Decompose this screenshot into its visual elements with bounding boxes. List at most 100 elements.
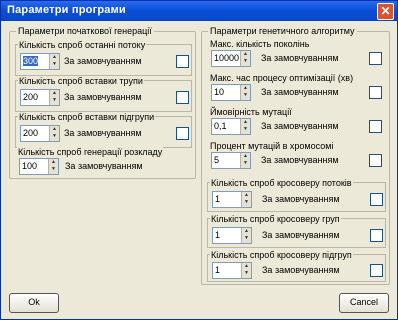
up-arrow-icon[interactable]: ▲ bbox=[242, 263, 251, 270]
default-checkbox[interactable] bbox=[369, 120, 382, 133]
field-group-crossover-attempts: Кількість спроб кросоверу груп 1 ▲ ▼ За з… bbox=[207, 214, 386, 248]
default-checkbox-label: За замовчуванням bbox=[262, 230, 340, 240]
default-checkbox-label: За замовчуванням bbox=[262, 265, 340, 275]
value-spinner[interactable]: 5 ▲ ▼ bbox=[211, 152, 251, 169]
up-arrow-icon[interactable]: ▲ bbox=[50, 54, 59, 61]
default-checkbox[interactable] bbox=[370, 193, 383, 206]
spinner-arrows[interactable]: ▲ ▼ bbox=[49, 126, 59, 141]
group-title: Параметри генетичного алгоритму bbox=[208, 26, 357, 36]
spinner-arrows[interactable]: ▲ ▼ bbox=[240, 51, 250, 66]
field-mutation-percent: Процент мутацій в хромосомі 5 ▲ ▼ За замо… bbox=[207, 141, 384, 172]
field-schedule-generation-attempts: Кількість спроб генерації розкладу 100 ▲… bbox=[15, 147, 190, 175]
window-title: Параметри програми bbox=[7, 4, 126, 16]
value-spinner[interactable]: 10 ▲ ▼ bbox=[211, 84, 251, 101]
value-text: 200 bbox=[23, 92, 39, 102]
down-arrow-icon[interactable]: ▼ bbox=[241, 92, 250, 99]
default-checkbox-label: За замовчуванням bbox=[262, 194, 340, 204]
default-checkbox[interactable] bbox=[369, 154, 382, 167]
down-arrow-icon[interactable]: ▼ bbox=[50, 61, 59, 68]
up-arrow-icon[interactable]: ▲ bbox=[50, 90, 59, 97]
field-max-optimization-time: Макс. час процесу оптимізації (хв) 10 ▲ ▼… bbox=[207, 73, 384, 104]
spinner-arrows[interactable]: ▲ ▼ bbox=[241, 192, 251, 207]
field-label: Ймовірність мутації bbox=[209, 107, 293, 117]
value-spinner[interactable]: 0,1 ▲ ▼ bbox=[211, 118, 251, 135]
value-text: 1 bbox=[215, 265, 221, 275]
default-checkbox[interactable] bbox=[370, 229, 383, 242]
down-arrow-icon[interactable]: ▼ bbox=[242, 270, 251, 277]
spinner-arrows[interactable]: ▲ ▼ bbox=[240, 85, 250, 100]
field-label: Макс. час процесу оптимізації (хв) bbox=[209, 73, 355, 83]
up-arrow-icon[interactable]: ▲ bbox=[49, 159, 58, 166]
value-spinner[interactable]: 1 ▲ ▼ bbox=[212, 262, 252, 279]
value-spinner[interactable]: 1 ▲ ▼ bbox=[212, 191, 252, 208]
up-arrow-icon[interactable]: ▲ bbox=[241, 85, 250, 92]
default-checkbox[interactable] bbox=[370, 264, 383, 277]
up-arrow-icon[interactable]: ▲ bbox=[241, 153, 250, 160]
field-subgroup-insert-attempts: Кількість спроб вставки підгрупи 200 ▲ ▼ … bbox=[15, 112, 192, 148]
field-group-insert-attempts: Кількість спроб вставки трупи 200 ▲ ▼ За … bbox=[15, 76, 192, 112]
initial-generation-group: Параметри початкової генерації Кількість… bbox=[9, 26, 196, 179]
down-arrow-icon[interactable]: ▼ bbox=[241, 58, 250, 65]
default-checkbox-label: За замовчуванням bbox=[65, 161, 143, 171]
value-text: 5 bbox=[214, 155, 220, 165]
field-stream-attempts: Кількість спроб останні потоку 300 ▲ ▼ За… bbox=[15, 40, 192, 76]
down-arrow-icon[interactable]: ▼ bbox=[49, 166, 58, 173]
up-arrow-icon[interactable]: ▲ bbox=[50, 126, 59, 133]
value-text: 200 bbox=[23, 128, 39, 138]
default-checkbox-label: За замовчуванням bbox=[261, 121, 339, 131]
spinner-arrows[interactable]: ▲ ▼ bbox=[240, 153, 250, 168]
default-checkbox-label: За замовчуванням bbox=[261, 53, 339, 63]
ok-button[interactable]: Ok bbox=[9, 293, 59, 313]
value-text: 10000 bbox=[214, 53, 240, 63]
up-arrow-icon[interactable]: ▲ bbox=[241, 119, 250, 126]
default-checkbox[interactable] bbox=[176, 127, 189, 140]
value-spinner[interactable]: 300 ▲ ▼ bbox=[20, 53, 60, 70]
spinner-arrows[interactable]: ▲ ▼ bbox=[49, 54, 59, 69]
value-text: 100 bbox=[22, 161, 38, 171]
value-spinner[interactable]: 10000 ▲ ▼ bbox=[211, 50, 251, 67]
field-stream-crossover-attempts: Кількість спроб кросоверу потоків 1 ▲ ▼ З… bbox=[207, 178, 386, 212]
spinner-arrows[interactable]: ▲ ▼ bbox=[48, 159, 58, 174]
default-checkbox[interactable] bbox=[369, 86, 382, 99]
close-icon[interactable]: ✕ bbox=[377, 3, 394, 20]
spinner-arrows[interactable]: ▲ ▼ bbox=[241, 228, 251, 243]
value-text: 1 bbox=[215, 230, 221, 240]
value-text: 0,1 bbox=[214, 121, 227, 131]
up-arrow-icon[interactable]: ▲ bbox=[241, 51, 250, 58]
value-spinner[interactable]: 200 ▲ ▼ bbox=[20, 125, 60, 142]
field-label: Кількість спроб вставки трупи bbox=[18, 76, 144, 86]
value-spinner[interactable]: 200 ▲ ▼ bbox=[20, 89, 60, 106]
default-checkbox[interactable] bbox=[176, 55, 189, 68]
field-label: Макс. кількість поколінь bbox=[209, 39, 311, 49]
field-label: Процент мутацій в хромосомі bbox=[209, 141, 335, 151]
default-checkbox[interactable] bbox=[176, 91, 189, 104]
field-label: Кількість спроб останні потоку bbox=[18, 40, 147, 50]
field-max-generations: Макс. кількість поколінь 10000 ▲ ▼ За зам… bbox=[207, 39, 384, 70]
genetic-algorithm-group: Параметри генетичного алгоритму Макс. кі… bbox=[201, 26, 390, 285]
spinner-arrows[interactable]: ▲ ▼ bbox=[49, 90, 59, 105]
field-label: Кількість спроб кросоверу підгруп bbox=[210, 250, 353, 260]
down-arrow-icon[interactable]: ▼ bbox=[241, 126, 250, 133]
down-arrow-icon[interactable]: ▼ bbox=[242, 235, 251, 242]
value-text: 300 bbox=[23, 56, 39, 66]
settings-dialog: Параметри програми ✕ Параметри початково… bbox=[0, 0, 398, 320]
down-arrow-icon[interactable]: ▼ bbox=[241, 160, 250, 167]
spinner-arrows[interactable]: ▲ ▼ bbox=[240, 119, 250, 134]
cancel-button[interactable]: Cancel bbox=[339, 293, 389, 313]
value-spinner[interactable]: 1 ▲ ▼ bbox=[212, 227, 252, 244]
up-arrow-icon[interactable]: ▲ bbox=[242, 228, 251, 235]
down-arrow-icon[interactable]: ▼ bbox=[242, 199, 251, 206]
down-arrow-icon[interactable]: ▼ bbox=[50, 133, 59, 140]
spinner-arrows[interactable]: ▲ ▼ bbox=[241, 263, 251, 278]
value-text: 1 bbox=[215, 194, 221, 204]
default-checkbox-label: За замовчуванням bbox=[64, 128, 142, 138]
field-mutation-probability: Ймовірність мутації 0,1 ▲ ▼ За замовчуван… bbox=[207, 107, 384, 138]
field-label: Кількість спроб кросоверу груп bbox=[210, 214, 341, 224]
field-label: Кількість спроб кросоверу потоків bbox=[210, 178, 353, 188]
field-label: Кількість спроб вставки підгрупи bbox=[18, 112, 156, 122]
up-arrow-icon[interactable]: ▲ bbox=[242, 192, 251, 199]
default-checkbox-label: За замовчуванням bbox=[64, 92, 142, 102]
value-spinner[interactable]: 100 ▲ ▼ bbox=[19, 158, 59, 175]
down-arrow-icon[interactable]: ▼ bbox=[50, 97, 59, 104]
default-checkbox[interactable] bbox=[369, 52, 382, 65]
